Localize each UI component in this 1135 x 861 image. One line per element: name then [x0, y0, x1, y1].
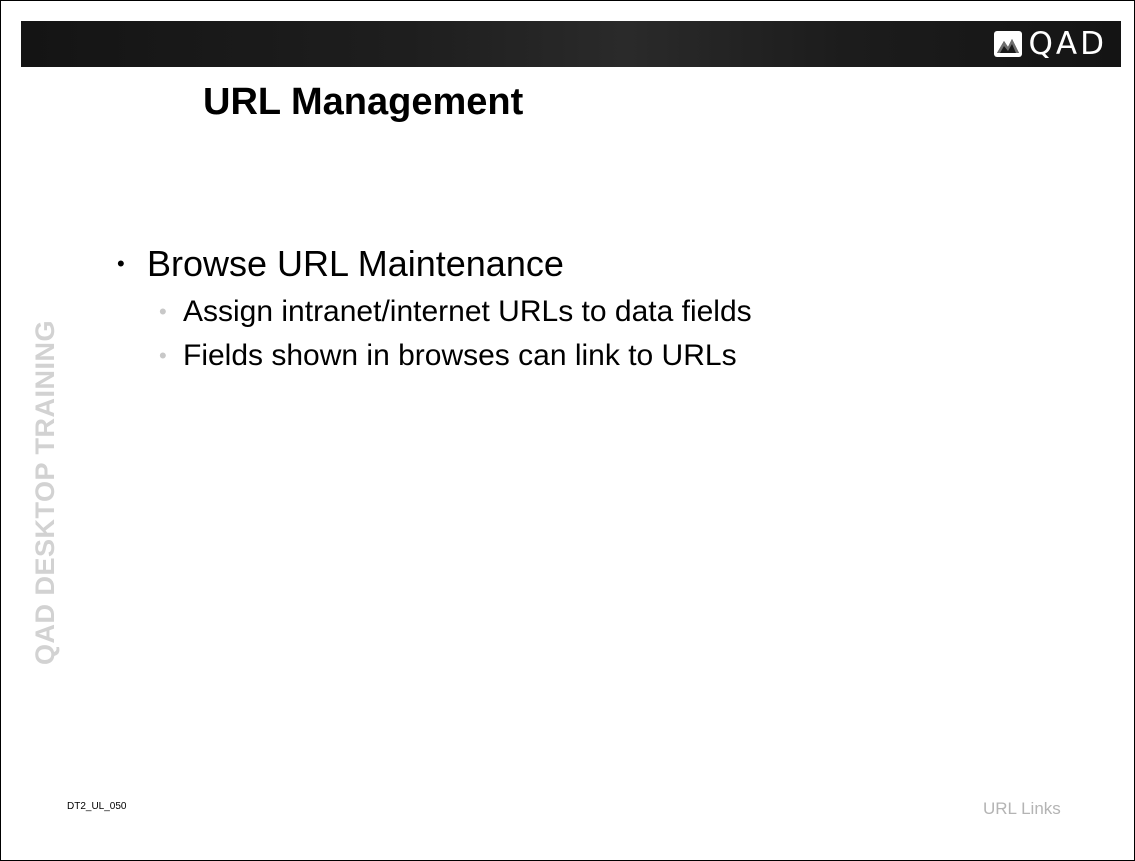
qad-logo-icon	[993, 31, 1022, 57]
footer-topic: URL Links	[983, 799, 1061, 818]
sub-bullet-text: Fields shown in browses can link to URLs	[183, 339, 737, 372]
side-watermark-label: QAD DESKTOP TRAINING	[30, 319, 60, 665]
slide: QAD URL Management QAD DESKTOP TRAINING …	[0, 0, 1135, 861]
sub-bullet-item: • Fields shown in browses can link to UR…	[111, 334, 752, 378]
sub-bullet-dot-icon: •	[159, 343, 167, 368]
bullet-item: • Browse URL Maintenance	[111, 238, 752, 290]
slide-title: URL Management	[203, 81, 524, 123]
bullet-list: • Browse URL Maintenance • Assign intran…	[111, 238, 752, 378]
sub-bullet-item: • Assign intranet/internet URLs to data …	[111, 290, 752, 334]
sub-bullet-dot-icon: •	[159, 299, 167, 324]
qad-logo-text: QAD	[1028, 26, 1107, 62]
sub-bullet-list: • Assign intranet/internet URLs to data …	[111, 290, 752, 378]
bullet-dot-icon: •	[117, 251, 125, 276]
slide-code: DT2_UL_050	[67, 801, 127, 812]
sub-bullet-group: • Assign intranet/internet URLs to data …	[111, 290, 752, 378]
sub-bullet-text: Assign intranet/internet URLs to data fi…	[183, 295, 752, 328]
bullet-text: Browse URL Maintenance	[147, 243, 564, 284]
qad-logo: QAD	[993, 26, 1107, 62]
header-bar: QAD	[21, 21, 1121, 67]
